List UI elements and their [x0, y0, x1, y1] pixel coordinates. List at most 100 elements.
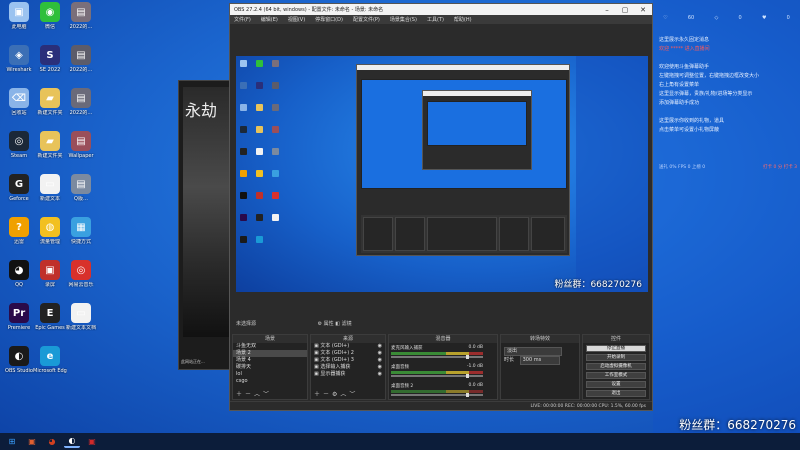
desktop-icon[interactable]: ◎ 网易云音乐 — [64, 260, 98, 302]
desktop-icon[interactable]: ▤ Wallpaper — [64, 131, 98, 173]
preview-icon — [256, 104, 263, 111]
menu-item[interactable]: 停靠窗口(D) — [315, 16, 343, 23]
visibility-icon[interactable]: ◉ — [378, 364, 382, 371]
transition-type-value[interactable]: 淡出 — [504, 347, 562, 356]
desktop-icon-label: 快捷方式 — [70, 239, 91, 245]
app-icon: E — [40, 303, 60, 323]
source-item[interactable]: ▣ 文本 (GDI+) 3 ◉ — [311, 357, 385, 364]
windows-start-icon[interactable]: ⊞ — [4, 435, 20, 448]
transition-type-select[interactable]: 淡出 — [501, 347, 579, 356]
source-item[interactable]: ▣ 文本 (GDI+) 2 ◉ — [311, 350, 385, 357]
obs-statusbar: LIVE: 00:00:00 REC: 00:00:00 CPU: 1.5%, … — [230, 401, 652, 410]
desktop-icon[interactable]: ▣ 此电脑 — [2, 2, 36, 44]
volume-meter — [391, 352, 483, 355]
desktop-icon[interactable]: ◕ QQ — [2, 260, 36, 302]
desktop-icon-label: 新建文件夹 — [37, 153, 63, 159]
source-item[interactable]: ▣ 文本 (GDI+) ◉ — [311, 343, 385, 350]
visibility-icon[interactable]: ◉ — [378, 343, 382, 350]
desktop-icon[interactable]: ▤ Q版… — [64, 174, 98, 216]
desktop-icon[interactable]: ◎ Steam — [2, 131, 36, 173]
desktop-icon[interactable]: G Geforce — [2, 174, 36, 216]
app-icon: ▰ — [40, 88, 60, 108]
desktop-icon[interactable]: Pr Premiere — [2, 303, 36, 345]
desktop-icon[interactable]: ? 迅雷 — [2, 217, 36, 259]
obs-window[interactable]: OBS 27.2.4 (64 bit, windows) - 配置文件: 未命名… — [229, 3, 653, 411]
properties-filters-buttons[interactable]: ⚙ 属性 ◧ 滤镜 — [318, 321, 352, 327]
preview-icon — [272, 192, 279, 199]
menu-item[interactable]: 视图(V) — [288, 16, 305, 23]
preview-icon — [256, 82, 263, 89]
desktop-icon-label: 迅雷 — [13, 239, 24, 245]
desktop-icon[interactable]: ⌫ 回收站 — [2, 88, 36, 130]
preview-icon — [256, 148, 263, 155]
taskbar: ⊞ ▣ ◕ ◐ ▣ — [0, 433, 800, 450]
desktop-icon[interactable]: ◉ 微信 — [33, 2, 67, 44]
menu-item[interactable]: 配置文件(P) — [353, 16, 380, 23]
app-icon-2[interactable]: ◕ — [44, 435, 60, 448]
chat-message: 这里展示永久固定消息 — [659, 37, 710, 43]
volume-fader[interactable] — [391, 355, 483, 359]
app-icon-3[interactable]: ▣ — [84, 435, 100, 448]
scene-item[interactable]: 碳排天 — [233, 364, 307, 371]
menu-item[interactable]: 工具(T) — [427, 16, 444, 23]
scene-item[interactable]: 场景 2 — [233, 350, 307, 357]
scene-item[interactable]: csgo — [233, 378, 307, 385]
volume-fader[interactable] — [391, 393, 483, 397]
desktop-icon[interactable]: ▭ 新建文本 — [33, 174, 67, 216]
desktop-icon[interactable]: ▣ 录屏 — [33, 260, 67, 302]
visibility-icon[interactable]: ◉ — [378, 350, 382, 357]
obs-taskbar-icon[interactable]: ◐ — [64, 435, 80, 448]
control-button[interactable]: 停止直播 — [586, 345, 646, 352]
danmu-chat-overlay[interactable]: ♡ 60 ◇ 0 ♥ 0 这里展示永久固定消息 欢迎 ***** 进入直播间 欢迎使用斗鱼弹… — [653, 0, 800, 433]
menu-item[interactable]: 场景集合(S) — [390, 16, 417, 23]
menu-item[interactable]: 帮助(H) — [454, 16, 472, 23]
browser-status: 此网站正在... — [181, 359, 205, 364]
volume-fader[interactable] — [391, 374, 483, 378]
minimize-icon[interactable]: – — [598, 6, 616, 14]
scene-item[interactable]: lol — [233, 371, 307, 378]
desktop-icon[interactable]: ▦ 快捷方式 — [64, 217, 98, 259]
control-button[interactable]: 启动虚拟摄像机 — [586, 363, 646, 370]
source-toolbar: 未选择源 ⚙ 属性 ◧ 滤镜 — [236, 320, 352, 327]
maximize-icon[interactable]: ▢ — [616, 6, 634, 14]
scene-tools[interactable]: ＋－︿﹀ — [236, 389, 272, 398]
control-button[interactable]: 退出 — [586, 390, 646, 397]
desktop-icon[interactable]: e Microsoft Edge — [33, 346, 67, 388]
obs-titlebar[interactable]: OBS 27.2.4 (64 bit, windows) - 配置文件: 未命名… — [230, 4, 652, 15]
desktop-icon[interactable]: ◍ 流量管理 — [33, 217, 67, 259]
desktop-icon[interactable]: ▰ 新建文件夹 — [33, 131, 67, 173]
desktop-icon[interactable]: ▤ 2022的… — [64, 88, 98, 130]
control-button[interactable]: 设置 — [586, 381, 646, 388]
app-icon-1[interactable]: ▣ — [24, 435, 40, 448]
desktop-icon[interactable]: ◐ OBS Studio — [2, 346, 36, 388]
source-item[interactable]: ▣ 选择输入捕获 ◉ — [311, 364, 385, 371]
menu-item[interactable]: 编辑(E) — [261, 16, 278, 23]
visibility-icon[interactable]: ◉ — [378, 371, 382, 378]
scene-item[interactable]: 场景 4 — [233, 357, 307, 364]
mixer-channel[interactable]: 麦克风输入捕获 0.0 dB — [391, 345, 483, 363]
desktop-icon[interactable]: ▤ 2022的… — [64, 45, 98, 87]
source-item[interactable]: ▣ 显示器捕获 ◉ — [311, 371, 385, 378]
control-button[interactable]: 工作室模式 — [586, 372, 646, 379]
desktop-icon[interactable]: E Epic Games — [33, 303, 67, 345]
close-icon[interactable]: ✕ — [634, 6, 652, 14]
scene-item[interactable]: 斗鱼无双 — [233, 343, 307, 350]
obs-preview[interactable]: 粉丝群：668270276 — [236, 56, 648, 292]
desktop-icon[interactable]: ◈ Wireshark — [2, 45, 36, 87]
mixer-channel[interactable]: 桌面音频 -1.0 dB — [391, 364, 483, 382]
source-tools[interactable]: ＋－⚙︿﹀ — [314, 389, 358, 398]
desktop-icon[interactable]: S SE 2022 — [33, 45, 67, 87]
nested-chat-overlay — [576, 56, 648, 292]
visibility-icon[interactable]: ◉ — [378, 357, 382, 364]
menu-item[interactable]: 文件(F) — [234, 16, 251, 23]
desktop-icon[interactable]: ▭ 新建文本文档 — [64, 303, 98, 345]
desktop-icon[interactable]: ▤ 2022的… — [64, 2, 98, 44]
game-title-art: 永劫 — [185, 101, 218, 120]
mixer-channel[interactable]: 桌面音频 2 0.0 dB — [391, 383, 483, 401]
desktop-watermark: 粉丝群：668270276 — [679, 418, 796, 432]
control-button[interactable]: 开始录制 — [586, 354, 646, 361]
app-icon: G — [9, 174, 29, 194]
duration-input[interactable]: 300 ms — [519, 356, 560, 365]
desktop-icon[interactable]: ▰ 新建文件夹 — [33, 88, 67, 130]
app-icon: Pr — [9, 303, 29, 323]
